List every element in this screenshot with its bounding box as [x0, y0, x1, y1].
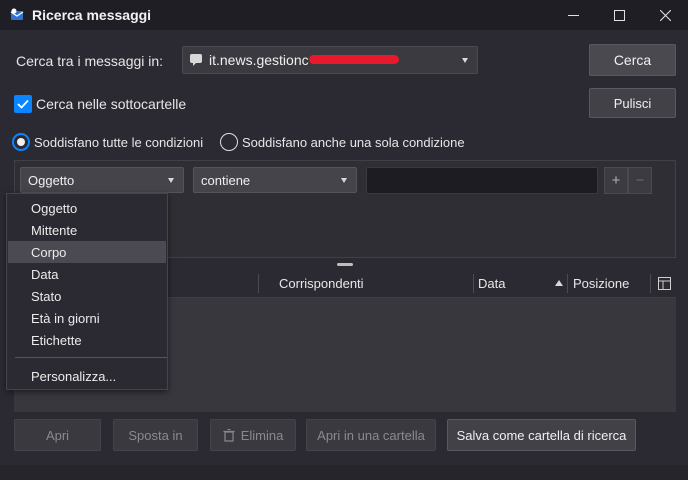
close-button[interactable]	[642, 0, 688, 30]
checkmark-icon	[17, 99, 29, 109]
subfolders-label: Cerca nelle sottocartelle	[36, 96, 187, 112]
chevron-down-icon	[462, 58, 468, 63]
add-condition-button[interactable]: +	[604, 167, 628, 194]
delete-button-label: Elimina	[240, 427, 284, 443]
condition-value-input[interactable]	[366, 167, 598, 194]
operator-dropdown-value: contiene	[201, 172, 251, 188]
column-location[interactable]: Posizione	[573, 276, 629, 291]
minimize-icon	[567, 14, 579, 16]
newsgroup-icon	[190, 54, 202, 66]
field-dropdown[interactable]: Oggetto	[20, 167, 184, 193]
thunderbird-icon	[10, 8, 24, 20]
operator-dropdown[interactable]: contiene	[193, 167, 357, 193]
maximize-button[interactable]	[596, 0, 642, 30]
chevron-down-icon	[168, 178, 174, 183]
field-dropdown-value: Oggetto	[28, 172, 75, 188]
window-controls	[550, 0, 688, 30]
column-separator	[650, 274, 651, 293]
clear-button[interactable]: Pulisci	[589, 88, 676, 118]
column-correspondents[interactable]: Corrispondenti	[279, 276, 364, 291]
subfolders-checkbox[interactable]	[14, 95, 32, 113]
column-separator	[567, 274, 568, 293]
menu-item-date[interactable]: Data	[8, 263, 166, 285]
splitter-handle[interactable]	[337, 263, 353, 266]
field-dropdown-menu: Oggetto Mittente Corpo Data Stato Età in…	[6, 193, 168, 390]
column-picker-icon[interactable]	[658, 277, 671, 290]
menu-item-age-in-days[interactable]: Età in giorni	[8, 307, 166, 329]
save-as-search-folder-button[interactable]: Salva come cartella di ricerca	[447, 419, 636, 451]
match-any-radio[interactable]	[220, 133, 238, 151]
menu-item-sender[interactable]: Mittente	[8, 219, 166, 241]
status-strip	[0, 465, 688, 480]
open-button[interactable]: Apri	[14, 419, 101, 451]
match-all-radio[interactable]	[12, 133, 30, 151]
maximize-icon	[613, 9, 625, 21]
match-any-label: Soddisfano anche una sola condizione	[242, 135, 465, 150]
minimize-button[interactable]	[550, 0, 596, 30]
menu-item-subject[interactable]: Oggetto	[8, 197, 166, 219]
close-icon	[659, 9, 671, 21]
menu-item-status[interactable]: Stato	[8, 285, 166, 307]
move-to-button[interactable]: Sposta in	[113, 419, 198, 451]
delete-button[interactable]: Elimina	[210, 419, 296, 451]
window-title: Ricerca messaggi	[32, 7, 152, 23]
menu-item-customize[interactable]: Personalizza...	[8, 365, 166, 387]
folder-select[interactable]: it.news.gestionc	[182, 46, 478, 74]
trash-icon	[223, 428, 235, 442]
match-all-label: Soddisfano tutte le condizioni	[34, 135, 204, 150]
menu-item-body[interactable]: Corpo	[8, 241, 166, 263]
folder-name: it.news.gestionc	[209, 52, 309, 68]
menu-item-tags[interactable]: Etichette	[8, 329, 166, 351]
chevron-down-icon	[341, 178, 347, 183]
column-date[interactable]: Data	[478, 276, 505, 291]
menu-separator	[15, 357, 167, 358]
redaction-mark	[309, 55, 399, 64]
search-in-label: Cerca tra i messaggi in:	[16, 53, 164, 69]
sort-ascending-icon	[555, 280, 563, 286]
open-in-folder-button[interactable]: Apri in una cartella	[306, 419, 436, 451]
column-separator	[258, 274, 259, 293]
column-separator	[473, 274, 474, 293]
remove-condition-button[interactable]: −	[628, 167, 652, 194]
title-bar: Ricerca messaggi	[0, 0, 688, 30]
search-button[interactable]: Cerca	[589, 44, 676, 76]
